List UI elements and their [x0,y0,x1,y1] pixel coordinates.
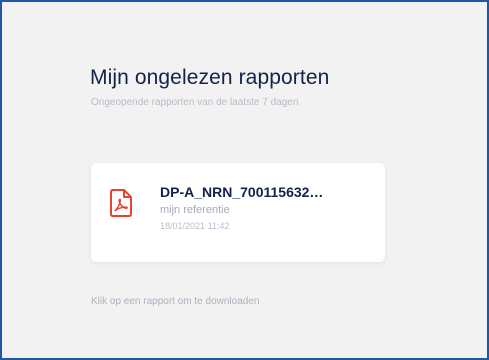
download-hint: Klik op een rapport om te downloaden [91,296,260,307]
report-card[interactable]: DP-A_NRN_700115632… mijn referentie 18/0… [91,163,385,262]
report-reference: mijn referentie [160,204,230,216]
page-title: Mijn ongelezen rapporten [90,66,330,89]
page-subtitle: Ongeopende rapporten van de laatste 7 da… [91,97,299,108]
report-name: DP-A_NRN_700115632… [160,184,324,200]
pdf-file-icon [110,189,132,217]
report-date: 18/01/2021 11:42 [160,221,230,231]
app-frame: Mijn ongelezen rapporten Ongeopende rapp… [0,0,489,360]
